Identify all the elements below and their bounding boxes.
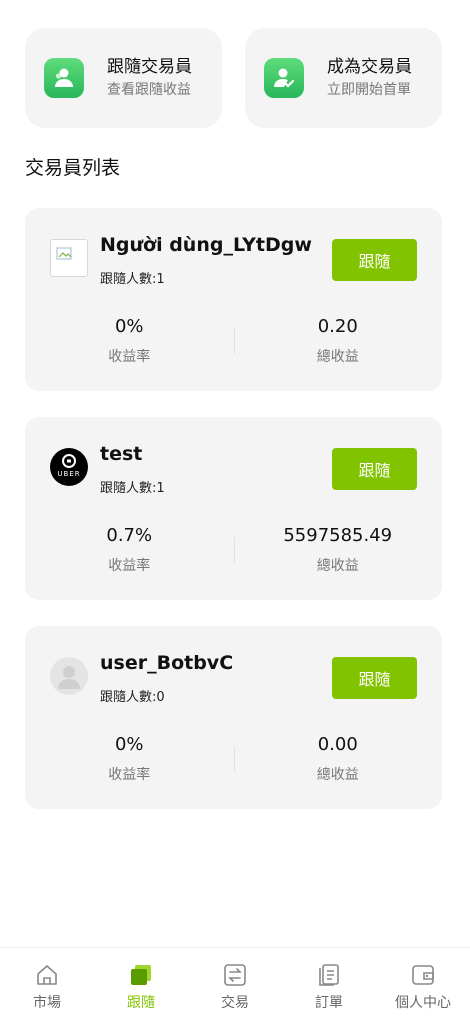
- user-check-icon: [264, 58, 304, 98]
- home-icon: [37, 965, 57, 985]
- users-icon: [44, 58, 84, 98]
- yield-value: 0%: [114, 316, 144, 337]
- profit-label: 總收益: [316, 349, 359, 365]
- profit-value: 5597585.49: [283, 525, 393, 546]
- broken-image-icon: [50, 239, 88, 277]
- profit-value: 0.00: [317, 734, 358, 755]
- trader-card: user_BotbvC 跟隨人數:0 跟隨 0% 收益率 0.00 總收益: [25, 626, 442, 809]
- yield-value: 0.7%: [106, 525, 153, 546]
- nav-follow[interactable]: 跟隨: [94, 948, 188, 1024]
- yield-label: 收益率: [108, 767, 151, 783]
- nav-trade[interactable]: 交易: [188, 948, 282, 1024]
- follow-traders-subtitle: 查看跟隨收益: [107, 82, 191, 98]
- default-user-icon: [50, 657, 88, 695]
- profit-value: 0.20: [317, 316, 358, 337]
- wallet-icon: [412, 965, 434, 985]
- nav-label: 訂單: [315, 995, 343, 1011]
- nav-label: 交易: [221, 995, 249, 1011]
- svg-text:UBER: UBER: [57, 470, 80, 478]
- follow-icon: [131, 965, 151, 985]
- yield-label: 收益率: [108, 558, 151, 574]
- become-trader-card[interactable]: 成為交易員 立即開始首單: [245, 28, 442, 128]
- nav-orders[interactable]: 訂單: [282, 948, 376, 1024]
- nav-market[interactable]: 市場: [0, 948, 94, 1024]
- follower-count: 跟隨人數:1: [100, 272, 165, 287]
- yield-label: 收益率: [108, 349, 151, 365]
- page: 跟隨交易員 查看跟隨收益 成為交易員 立即開始首單 交易員列表 Người dù…: [0, 0, 470, 1024]
- bottom-nav: 市場 跟隨 交易 訂單 個人中心: [0, 947, 470, 1024]
- follow-button[interactable]: 跟隨: [332, 239, 417, 281]
- trader-name: test: [100, 443, 143, 465]
- nav-label: 市場: [33, 995, 61, 1011]
- follow-button[interactable]: 跟隨: [332, 448, 417, 490]
- trader-stats: 0% 收益率 0.20 總收益: [25, 316, 442, 366]
- trader-name: Người dùng_LYtDgw: [100, 234, 312, 256]
- follower-count: 跟隨人數:0: [100, 690, 165, 705]
- become-trader-title: 成為交易員: [327, 57, 412, 77]
- nav-label: 個人中心: [395, 995, 451, 1011]
- trader-name: user_BotbvC: [100, 652, 234, 674]
- follow-traders-card[interactable]: 跟隨交易員 查看跟隨收益: [25, 28, 222, 128]
- profit-label: 總收益: [316, 558, 359, 574]
- follower-count: 跟隨人數:1: [100, 481, 165, 496]
- nav-profile[interactable]: 個人中心: [376, 948, 470, 1024]
- trader-list-title: 交易員列表: [25, 157, 121, 179]
- yield-value: 0%: [114, 734, 144, 755]
- profit-label: 總收益: [316, 767, 359, 783]
- become-trader-subtitle: 立即開始首單: [327, 82, 411, 98]
- quick-actions: 跟隨交易員 查看跟隨收益 成為交易員 立即開始首單: [25, 28, 442, 128]
- nav-label: 跟隨: [127, 995, 155, 1011]
- trader-card: Người dùng_LYtDgw 跟隨人數:1 跟隨 0% 收益率 0.20 …: [25, 208, 442, 391]
- exchange-icon: [224, 964, 246, 986]
- trader-stats: 0% 收益率 0.00 總收益: [25, 734, 442, 784]
- follow-button[interactable]: 跟隨: [332, 657, 417, 699]
- trader-card: UBER test 跟隨人數:1 跟隨 0.7% 收益率 5597585.49 …: [25, 417, 442, 600]
- trader-stats: 0.7% 收益率 5597585.49 總收益: [25, 525, 442, 575]
- orders-icon: [319, 964, 339, 986]
- uber-logo-icon: UBER: [50, 448, 88, 486]
- follow-traders-title: 跟隨交易員: [107, 57, 192, 77]
